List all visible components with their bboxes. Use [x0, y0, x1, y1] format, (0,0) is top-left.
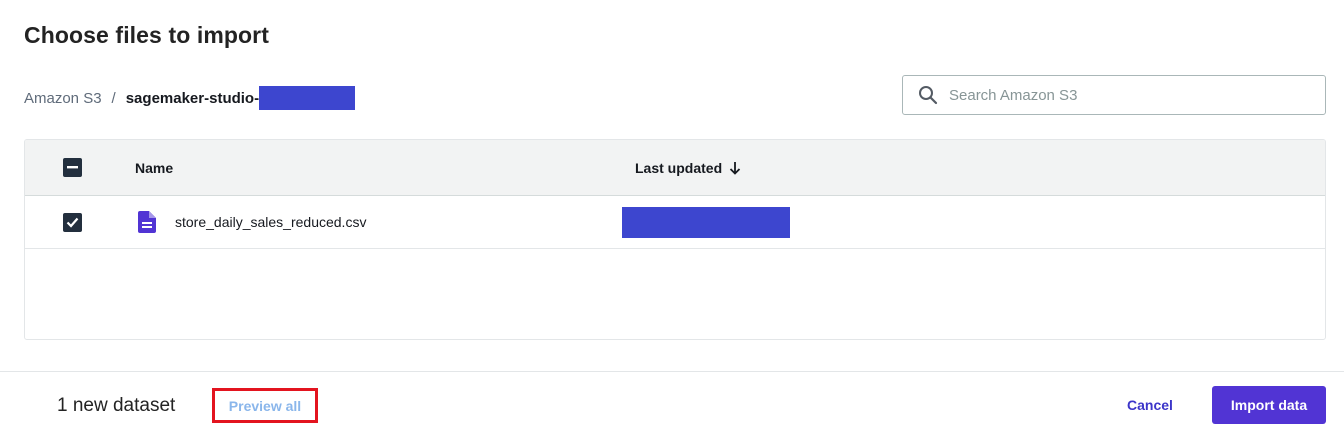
- search-icon: [919, 86, 938, 105]
- import-data-button[interactable]: Import data: [1212, 386, 1326, 424]
- column-header-name[interactable]: Name: [135, 160, 173, 176]
- breadcrumb: Amazon S3 / sagemaker-studio-: [24, 86, 356, 110]
- cancel-button[interactable]: Cancel: [1112, 386, 1188, 424]
- import-dialog: Choose files to import Amazon S3 / sagem…: [0, 0, 1344, 433]
- table-header: Name Last updated: [25, 140, 1325, 196]
- redaction-block: [259, 86, 356, 110]
- breadcrumb-current-bucket: sagemaker-studio-: [125, 89, 260, 107]
- preview-all-link[interactable]: Preview all: [229, 398, 301, 414]
- dataset-count: 1 new dataset: [57, 395, 176, 416]
- page-title: Choose files to import: [24, 22, 269, 48]
- redaction-block: [622, 207, 790, 238]
- row-checkbox[interactable]: [63, 213, 82, 232]
- search-box[interactable]: [902, 75, 1326, 115]
- column-header-name-label: Name: [135, 160, 174, 176]
- arrow-down-icon: [729, 162, 741, 175]
- highlight-box: Preview all: [212, 388, 318, 423]
- minus-icon: [67, 166, 78, 169]
- table-row[interactable]: store_daily_sales_reduced.csv: [25, 196, 1325, 249]
- check-icon: [66, 217, 79, 228]
- breadcrumb-separator: /: [111, 89, 116, 107]
- column-header-last-updated[interactable]: Last updated: [635, 160, 742, 176]
- search-input[interactable]: [949, 86, 1309, 104]
- column-header-last-updated-label: Last updated: [635, 160, 723, 176]
- breadcrumb-root-link[interactable]: Amazon S3: [24, 90, 102, 107]
- file-icon: [138, 211, 156, 233]
- select-all-checkbox[interactable]: [63, 158, 82, 177]
- file-name: store_daily_sales_reduced.csv: [175, 214, 367, 230]
- footer-divider: [0, 371, 1344, 372]
- files-table: Name Last updated store_daily_sales_redu…: [24, 139, 1326, 340]
